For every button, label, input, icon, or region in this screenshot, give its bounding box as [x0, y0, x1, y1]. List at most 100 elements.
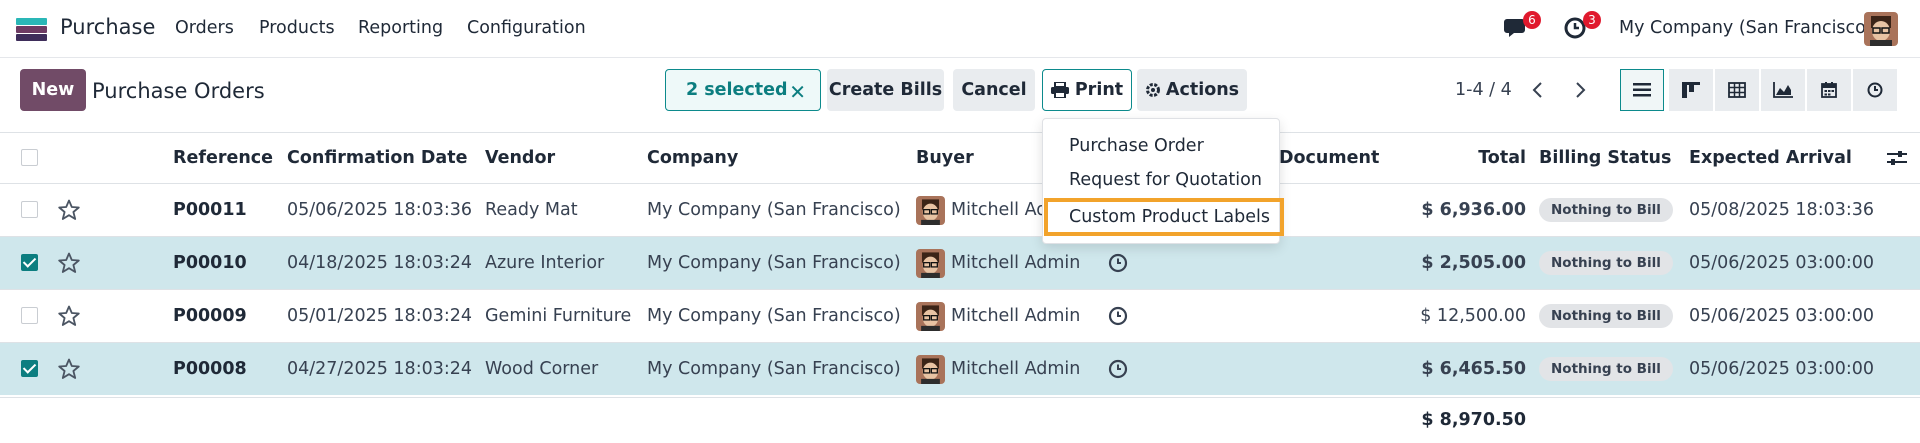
- column-header-total[interactable]: Total: [1446, 133, 1526, 183]
- messages-badge: 6: [1523, 11, 1541, 29]
- messages-button[interactable]: 6: [1503, 11, 1541, 42]
- column-header-reference[interactable]: Reference: [173, 133, 273, 183]
- create-bills-button[interactable]: Create Bills: [827, 69, 944, 111]
- cell-expected-arrival: 05/06/2025 03:00:00: [1689, 306, 1875, 326]
- pager-previous-button[interactable]: [1528, 78, 1548, 102]
- menu-reporting[interactable]: Reporting: [358, 18, 443, 38]
- cell-reference: P00009: [173, 306, 247, 326]
- cell-confirmation-date: 05/01/2025 18:03:24: [287, 306, 473, 326]
- cell-expected-arrival: 05/06/2025 03:00:00: [1689, 359, 1875, 379]
- cell-expected-arrival: 05/06/2025 03:00:00: [1689, 253, 1875, 273]
- cell-company: My Company (San Francisco): [647, 359, 901, 379]
- print-button[interactable]: Print: [1042, 69, 1132, 111]
- cell-buyer: Mitchell Admin: [916, 237, 1080, 289]
- calendar-view-icon: [1821, 82, 1837, 98]
- footer-total: $ 8,970.50: [1421, 410, 1526, 430]
- user-avatar[interactable]: [1864, 12, 1898, 46]
- activities-badge: 3: [1583, 11, 1601, 29]
- cell-company: My Company (San Francisco): [647, 253, 901, 273]
- column-header-buyer[interactable]: Buyer: [916, 133, 974, 183]
- row-checkbox[interactable]: [21, 360, 38, 377]
- selected-count-label: 2 selected: [686, 80, 788, 100]
- activity-clock-icon[interactable]: [1108, 290, 1128, 342]
- actions-label: Actions: [1165, 80, 1240, 100]
- avatar: [916, 354, 945, 384]
- app-logo-icon[interactable]: [16, 18, 47, 41]
- row-checkbox[interactable]: [21, 201, 38, 218]
- row-checkbox[interactable]: [21, 254, 38, 271]
- activity-clock-icon[interactable]: [1108, 343, 1128, 395]
- cell-confirmation-date: 05/06/2025 18:03:36: [287, 200, 473, 220]
- table-header-row: Reference Confirmation Date Vendor Compa…: [0, 132, 1920, 183]
- optional-columns-icon: [1887, 151, 1907, 165]
- table-row[interactable]: P00008 04/27/2025 18:03:24 Wood Corner M…: [0, 342, 1920, 395]
- print-dropdown-menu: Purchase Order Request for Quotation Cus…: [1042, 118, 1284, 244]
- buyer-name: Mitchell Admin: [951, 306, 1081, 326]
- print-menu-item-custom-product-labels[interactable]: Custom Product Labels: [1044, 198, 1284, 236]
- menu-configuration[interactable]: Configuration: [467, 18, 586, 38]
- activity-view-button[interactable]: [1853, 69, 1897, 111]
- cell-reference: P00010: [173, 253, 247, 273]
- pivot-view-button[interactable]: [1715, 69, 1759, 111]
- cell-confirmation-date: 04/18/2025 18:03:24: [287, 253, 473, 273]
- kanban-view-button[interactable]: [1669, 69, 1713, 111]
- column-header-vendor[interactable]: Vendor: [485, 133, 555, 183]
- activity-view-icon: [1867, 82, 1883, 98]
- cell-confirmation-date: 04/27/2025 18:03:24: [287, 359, 473, 379]
- select-all-checkbox[interactable]: [21, 149, 38, 166]
- cell-total: $ 2,505.00: [1421, 253, 1526, 273]
- pager-value[interactable]: 1-4 / 4: [1455, 80, 1512, 100]
- print-menu-item-purchase-order[interactable]: Purchase Order: [1043, 129, 1279, 162]
- company-switcher[interactable]: My Company (San Francisco): [1619, 18, 1873, 38]
- cell-total: $ 6,465.50: [1421, 359, 1526, 379]
- kanban-view-icon: [1682, 82, 1700, 98]
- cell-vendor: Ready Mat: [485, 200, 578, 220]
- graph-view-button[interactable]: [1761, 69, 1805, 111]
- cell-company: My Company (San Francisco): [647, 200, 901, 220]
- row-checkbox[interactable]: [21, 307, 38, 324]
- cell-reference: P00011: [173, 200, 247, 220]
- star-icon[interactable]: [57, 251, 81, 275]
- optional-columns-toggle[interactable]: [1887, 133, 1907, 183]
- cell-company: My Company (San Francisco): [647, 306, 901, 326]
- cell-vendor: Gemini Furniture: [485, 306, 632, 326]
- column-header-document[interactable]: Document: [1279, 133, 1379, 183]
- graph-view-icon: [1773, 82, 1793, 98]
- top-navbar: Purchase Orders Products Reporting Confi…: [0, 0, 1920, 58]
- avatar: [916, 301, 945, 331]
- menu-products[interactable]: Products: [259, 18, 335, 38]
- star-icon[interactable]: [57, 304, 81, 328]
- print-menu-item-request-for-quotation[interactable]: Request for Quotation: [1043, 163, 1279, 196]
- buyer-name: Mitchell Admin: [951, 359, 1081, 379]
- column-header-billing-status[interactable]: Billing Status: [1539, 133, 1671, 183]
- column-header-expected-arrival[interactable]: Expected Arrival: [1689, 133, 1852, 183]
- star-icon[interactable]: [57, 198, 81, 222]
- new-button[interactable]: New: [20, 69, 86, 111]
- buyer-name: Mitchell Admin: [951, 253, 1081, 273]
- cell-reference: P00008: [173, 359, 247, 379]
- calendar-view-button[interactable]: [1807, 69, 1851, 111]
- print-label: Print: [1074, 80, 1124, 100]
- activity-clock-icon[interactable]: [1108, 237, 1128, 289]
- star-icon[interactable]: [57, 357, 81, 381]
- pager-next-button[interactable]: [1570, 78, 1590, 102]
- menu-orders[interactable]: Orders: [175, 18, 234, 38]
- table-row[interactable]: P00009 05/01/2025 18:03:24 Gemini Furnit…: [0, 289, 1920, 342]
- avatar: [916, 195, 945, 225]
- actions-button[interactable]: Actions: [1137, 69, 1247, 111]
- clear-selection-icon[interactable]: ✕: [789, 80, 806, 104]
- selection-indicator[interactable]: 2 selected ✕: [665, 69, 821, 111]
- table-row[interactable]: P00010 04/18/2025 18:03:24 Azure Interio…: [0, 236, 1920, 289]
- table-footer: $ 8,970.50: [0, 397, 1920, 443]
- column-header-company[interactable]: Company: [647, 133, 738, 183]
- cancel-button[interactable]: Cancel: [953, 69, 1035, 111]
- page-title: Purchase Orders: [92, 79, 265, 103]
- table-row[interactable]: P00011 05/06/2025 18:03:36 Ready Mat My …: [0, 183, 1920, 236]
- activities-button[interactable]: 3: [1563, 11, 1601, 42]
- column-header-confirmation-date[interactable]: Confirmation Date: [287, 133, 467, 183]
- app-name[interactable]: Purchase: [60, 15, 155, 39]
- gear-icon: [1145, 83, 1160, 97]
- billing-status-badge: Nothing to Bill: [1539, 251, 1673, 275]
- print-icon: [1050, 82, 1069, 98]
- list-view-button[interactable]: [1620, 69, 1664, 111]
